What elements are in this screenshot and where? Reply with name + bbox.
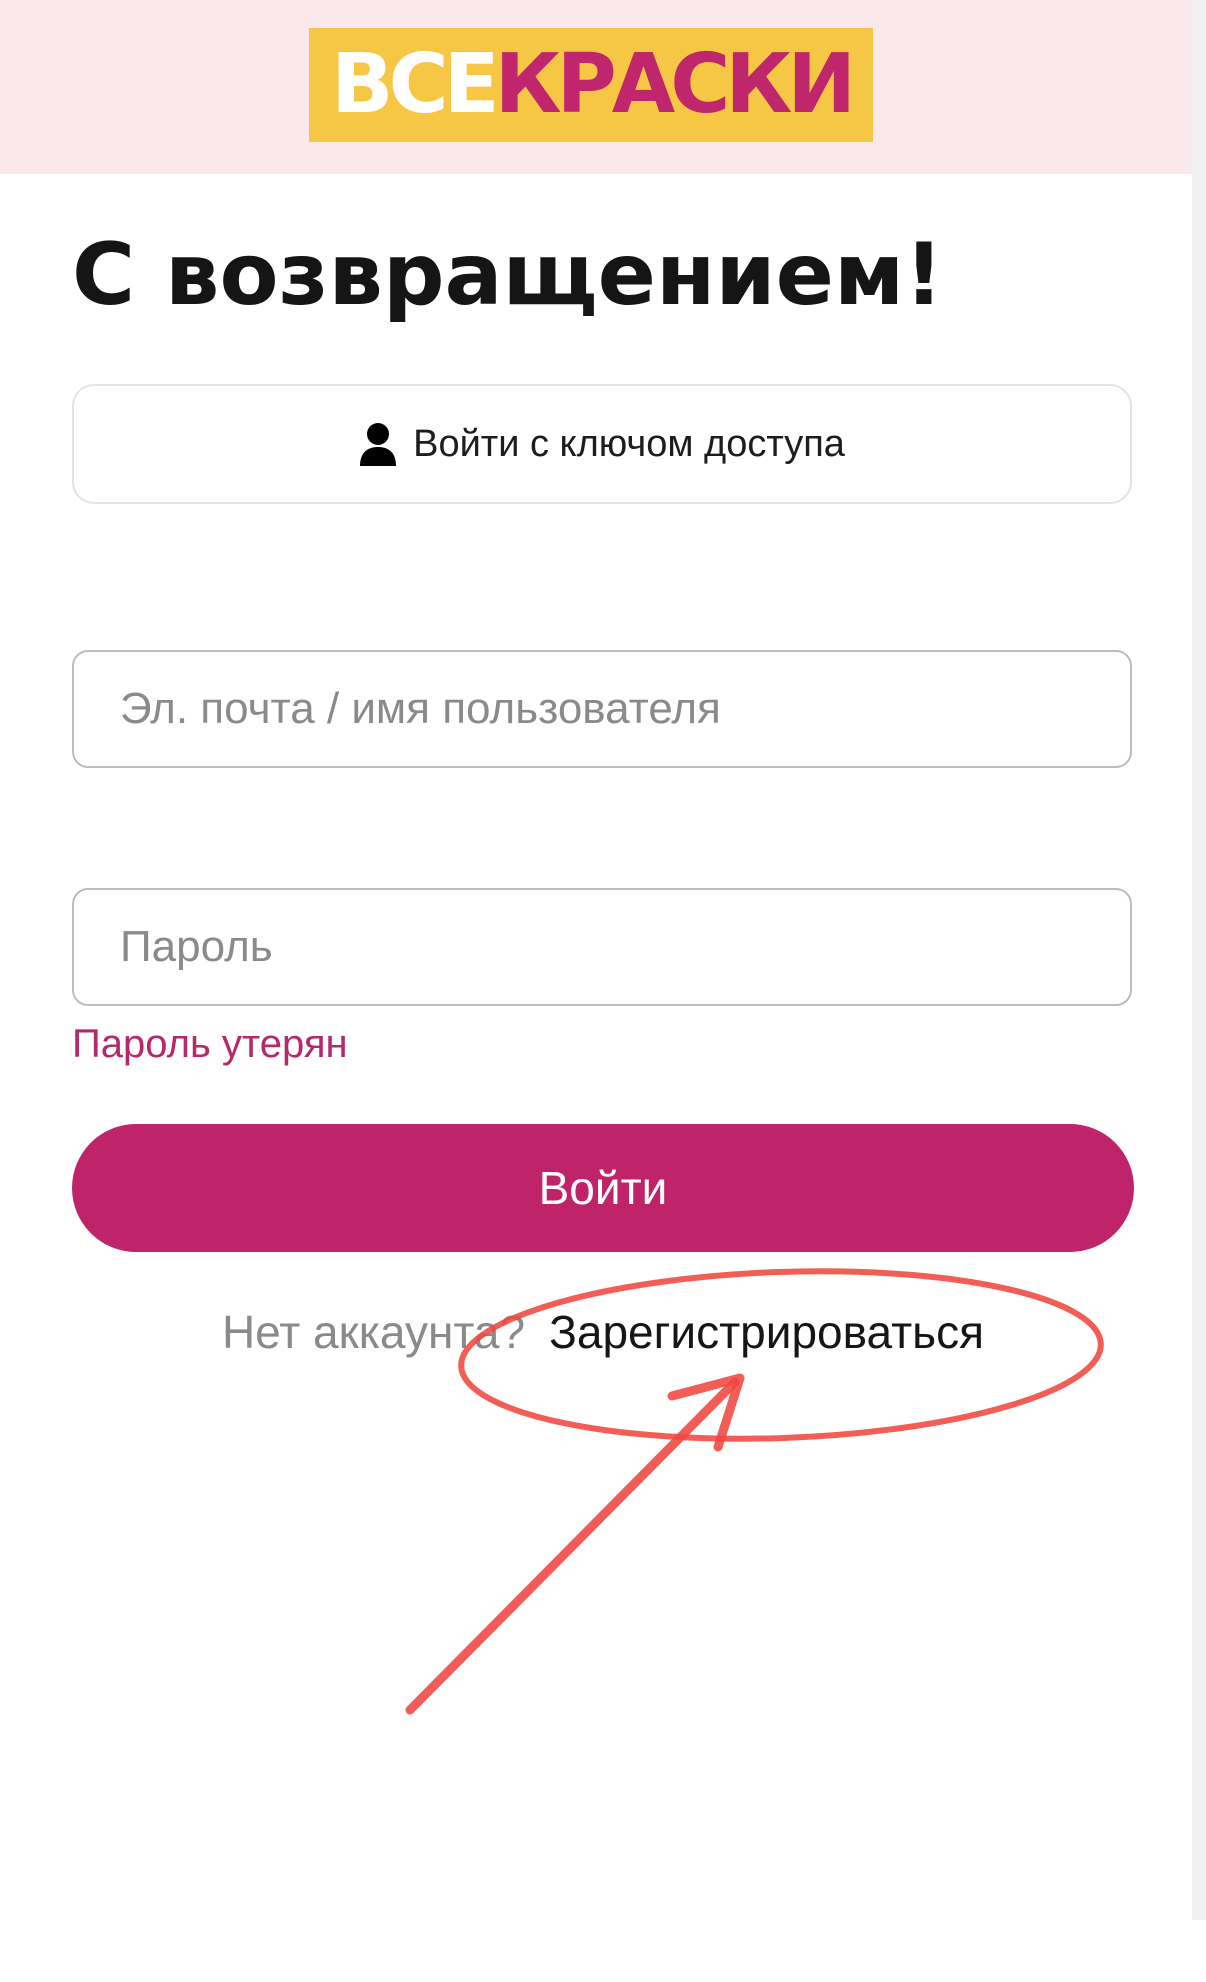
login-page: ВСЕ КРАСКИ С возвращением! Войти с ключом… [0,0,1206,1982]
signup-prompt: Нет аккаунта? Зарегистрироваться [0,1305,1206,1359]
user-icon [359,422,397,466]
logo-text-secondary: КРАСКИ [494,37,856,132]
page-scrollbar[interactable] [1192,0,1206,1920]
page-title: С возвращением! [72,225,944,325]
passkey-login-button[interactable]: Войти с ключом доступа [72,384,1132,504]
annotation-arrow-head [667,1373,745,1452]
annotation-arrow-line [405,1377,740,1715]
password-input[interactable] [72,888,1132,1006]
login-button[interactable]: Войти [72,1124,1134,1252]
logo-text-primary: ВСЕ [330,37,500,132]
passkey-button-label: Войти с ключом доступа [413,422,845,465]
no-account-text: Нет аккаунта? [221,1306,526,1358]
signup-link[interactable]: Зарегистрироваться [549,1306,984,1358]
site-logo[interactable]: ВСЕ КРАСКИ [309,28,873,142]
forgot-password-link[interactable]: Пароль утерян [72,1022,348,1067]
username-input[interactable] [72,650,1132,768]
site-header: ВСЕ КРАСКИ [0,0,1206,174]
